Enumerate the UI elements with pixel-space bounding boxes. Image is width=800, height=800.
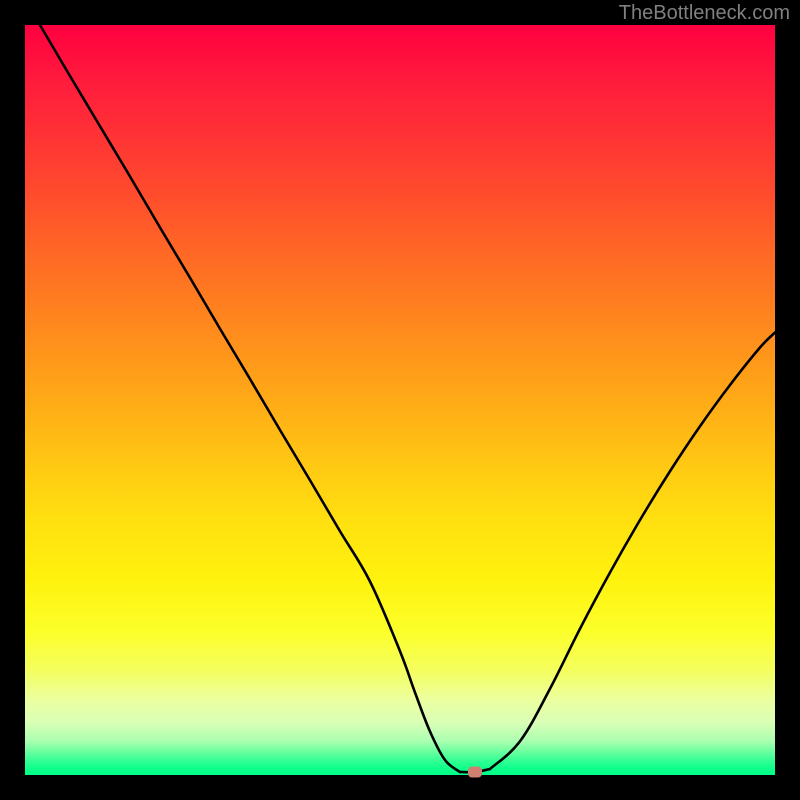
bottleneck-curve-right (490, 333, 775, 770)
bottleneck-curve-left (40, 25, 460, 772)
plot-area (25, 25, 775, 775)
curve-svg (25, 25, 775, 775)
chart-frame: TheBottleneck.com (0, 0, 800, 800)
watermark-label: TheBottleneck.com (619, 2, 790, 25)
optimum-marker (468, 767, 482, 778)
